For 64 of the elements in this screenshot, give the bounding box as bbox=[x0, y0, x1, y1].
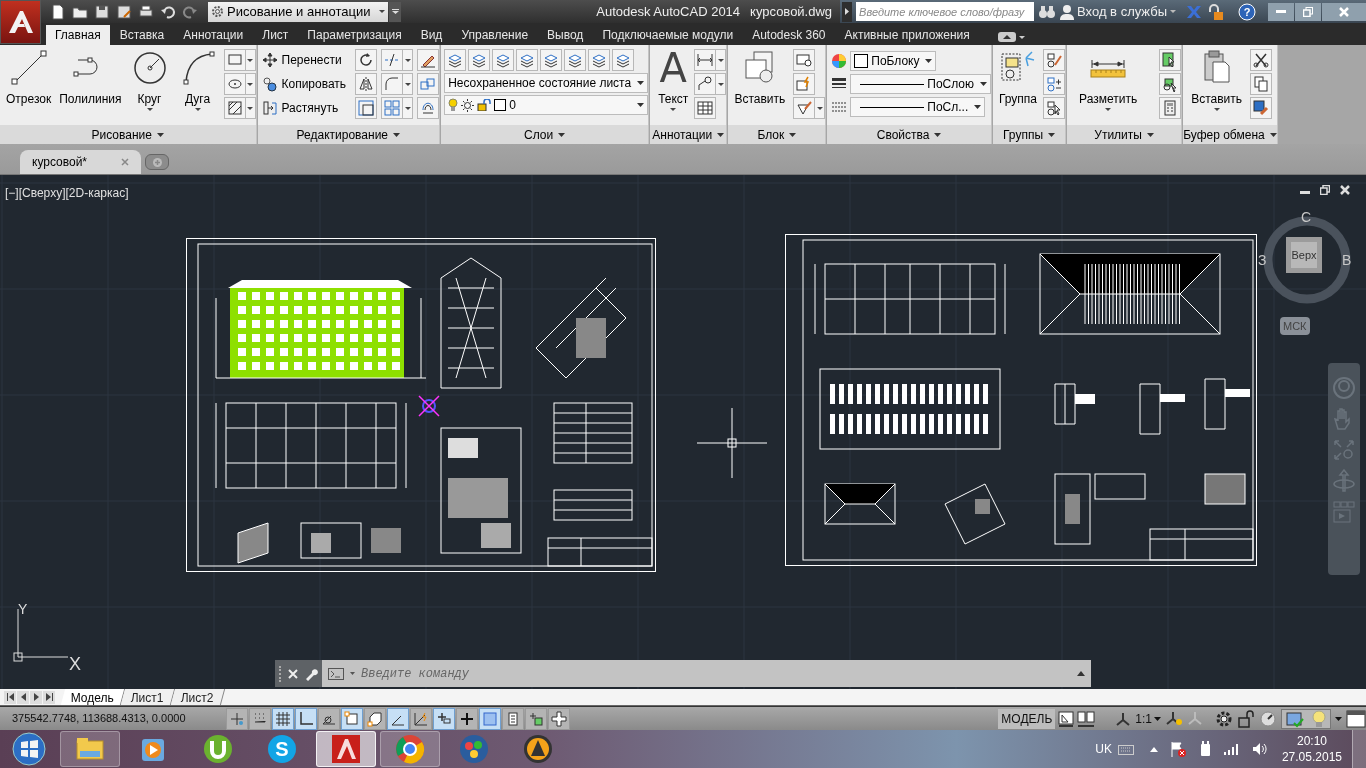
panel-title[interactable]: Аннотации bbox=[650, 125, 727, 144]
coordinates-readout: 375542.7748, 113688.4313, 0.0000 bbox=[11, 711, 187, 727]
copy-tool-button[interactable]: Копировать bbox=[261, 73, 347, 95]
panel-title[interactable]: Редактирование bbox=[257, 125, 440, 144]
layer-dropdown[interactable]: 0 bbox=[444, 95, 649, 115]
layout-tab[interactable]: Лист1 bbox=[120, 689, 175, 705]
language-indicator[interactable]: UK bbox=[1095, 740, 1112, 758]
panel-title[interactable]: Слои bbox=[441, 125, 649, 144]
paste-button[interactable]: Вставить bbox=[1189, 48, 1245, 124]
viewport-controls-label[interactable]: [−][Сверху][2D-каркас] bbox=[5, 184, 129, 202]
document-tab[interactable]: курсовой* bbox=[20, 150, 142, 174]
sign-in-button[interactable]: Вход в службы bbox=[1060, 1, 1176, 22]
application-title: Autodesk AutoCAD 2014 bbox=[596, 2, 741, 21]
measure-button[interactable]: Разметить bbox=[1077, 48, 1140, 124]
search-field[interactable]: Введите ключевое слово/фразу bbox=[856, 2, 1035, 21]
letter-a-icon: A bbox=[659, 48, 687, 88]
model-space-button[interactable]: МОДЕЛЬ bbox=[998, 708, 1056, 729]
panel-title[interactable]: Группы bbox=[993, 125, 1066, 144]
help-icon: ? bbox=[1238, 2, 1256, 21]
move-tool-button[interactable]: Перенести bbox=[261, 49, 347, 71]
ribbon-tab[interactable]: Главная bbox=[46, 25, 110, 45]
linetype-dropdown[interactable]: ПоСл... bbox=[850, 97, 986, 117]
ribbon-tab[interactable]: Активные приложения bbox=[835, 25, 979, 45]
lineweight-dropdown[interactable]: ПоСлою bbox=[850, 74, 992, 94]
text-tool-button[interactable]: A Текст bbox=[656, 48, 691, 124]
layer-state-dropdown[interactable]: Несохраненное состояние листа bbox=[444, 73, 649, 93]
panel-title[interactable]: Буфер обмена bbox=[1183, 125, 1277, 144]
annotation-scale-dropdown[interactable]: 1:1 bbox=[1135, 709, 1161, 728]
y-axis-label: Y bbox=[18, 602, 28, 616]
file-name: курсовой.dwg bbox=[750, 2, 833, 21]
compass-east-label[interactable]: В bbox=[1342, 250, 1352, 271]
layout-tab[interactable]: Модель bbox=[60, 689, 126, 705]
layout-tab[interactable]: Лист2 bbox=[170, 689, 225, 705]
ribbon-tab[interactable]: Вставка bbox=[110, 25, 174, 45]
stretch-tool-button[interactable]: Растянуть bbox=[261, 97, 347, 119]
panel-title[interactable]: Свойства bbox=[827, 125, 992, 144]
group-button[interactable]: Группа bbox=[996, 48, 1041, 124]
ribbon-tab[interactable]: Управление bbox=[452, 25, 538, 45]
compass-west-label[interactable]: З bbox=[1258, 250, 1267, 271]
skype-app-icon: S bbox=[266, 733, 298, 765]
clock-date[interactable]: 27.05.2015 bbox=[1281, 749, 1342, 765]
x-axis-label: X bbox=[69, 655, 81, 673]
ribbon-tab[interactable]: Лист bbox=[253, 25, 298, 45]
insert-block-button[interactable]: Вставить bbox=[732, 48, 788, 124]
viewcube-top-face[interactable]: Верх bbox=[1286, 237, 1322, 273]
circle-tool-button[interactable]: Круг bbox=[127, 48, 172, 124]
color-dropdown[interactable]: ПоБлоку bbox=[850, 51, 937, 71]
clock-time[interactable]: 20:10 bbox=[1296, 733, 1327, 749]
panel-title[interactable]: Блок bbox=[728, 125, 826, 144]
compass-north-label[interactable]: С bbox=[1301, 207, 1312, 228]
ribbon-tab[interactable]: Подключаемые модули bbox=[593, 25, 743, 45]
ribbon-tab[interactable]: Вывод bbox=[538, 25, 593, 45]
polyline-tool-button[interactable]: Полилиния bbox=[57, 48, 124, 124]
arc-tool-button[interactable]: Дуга bbox=[175, 48, 220, 124]
ribbon-tab[interactable]: Вид bbox=[411, 25, 452, 45]
workspace-dropdown[interactable]: Рисование и аннотации bbox=[208, 1, 388, 22]
ribbon-tab[interactable]: Аннотации bbox=[174, 25, 253, 45]
command-input-field[interactable]: Введите команду bbox=[361, 664, 1071, 683]
ribbon-tab[interactable]: Autodesk 360 bbox=[743, 25, 835, 45]
ribbon-tab[interactable]: Параметризация bbox=[298, 25, 411, 45]
panel-title[interactable]: Рисование bbox=[0, 125, 256, 144]
panel-title[interactable]: Утилиты bbox=[1067, 125, 1182, 144]
line-tool-button[interactable]: Отрезок bbox=[4, 48, 54, 124]
command-line-field[interactable]: Введите команду bbox=[322, 660, 1091, 687]
